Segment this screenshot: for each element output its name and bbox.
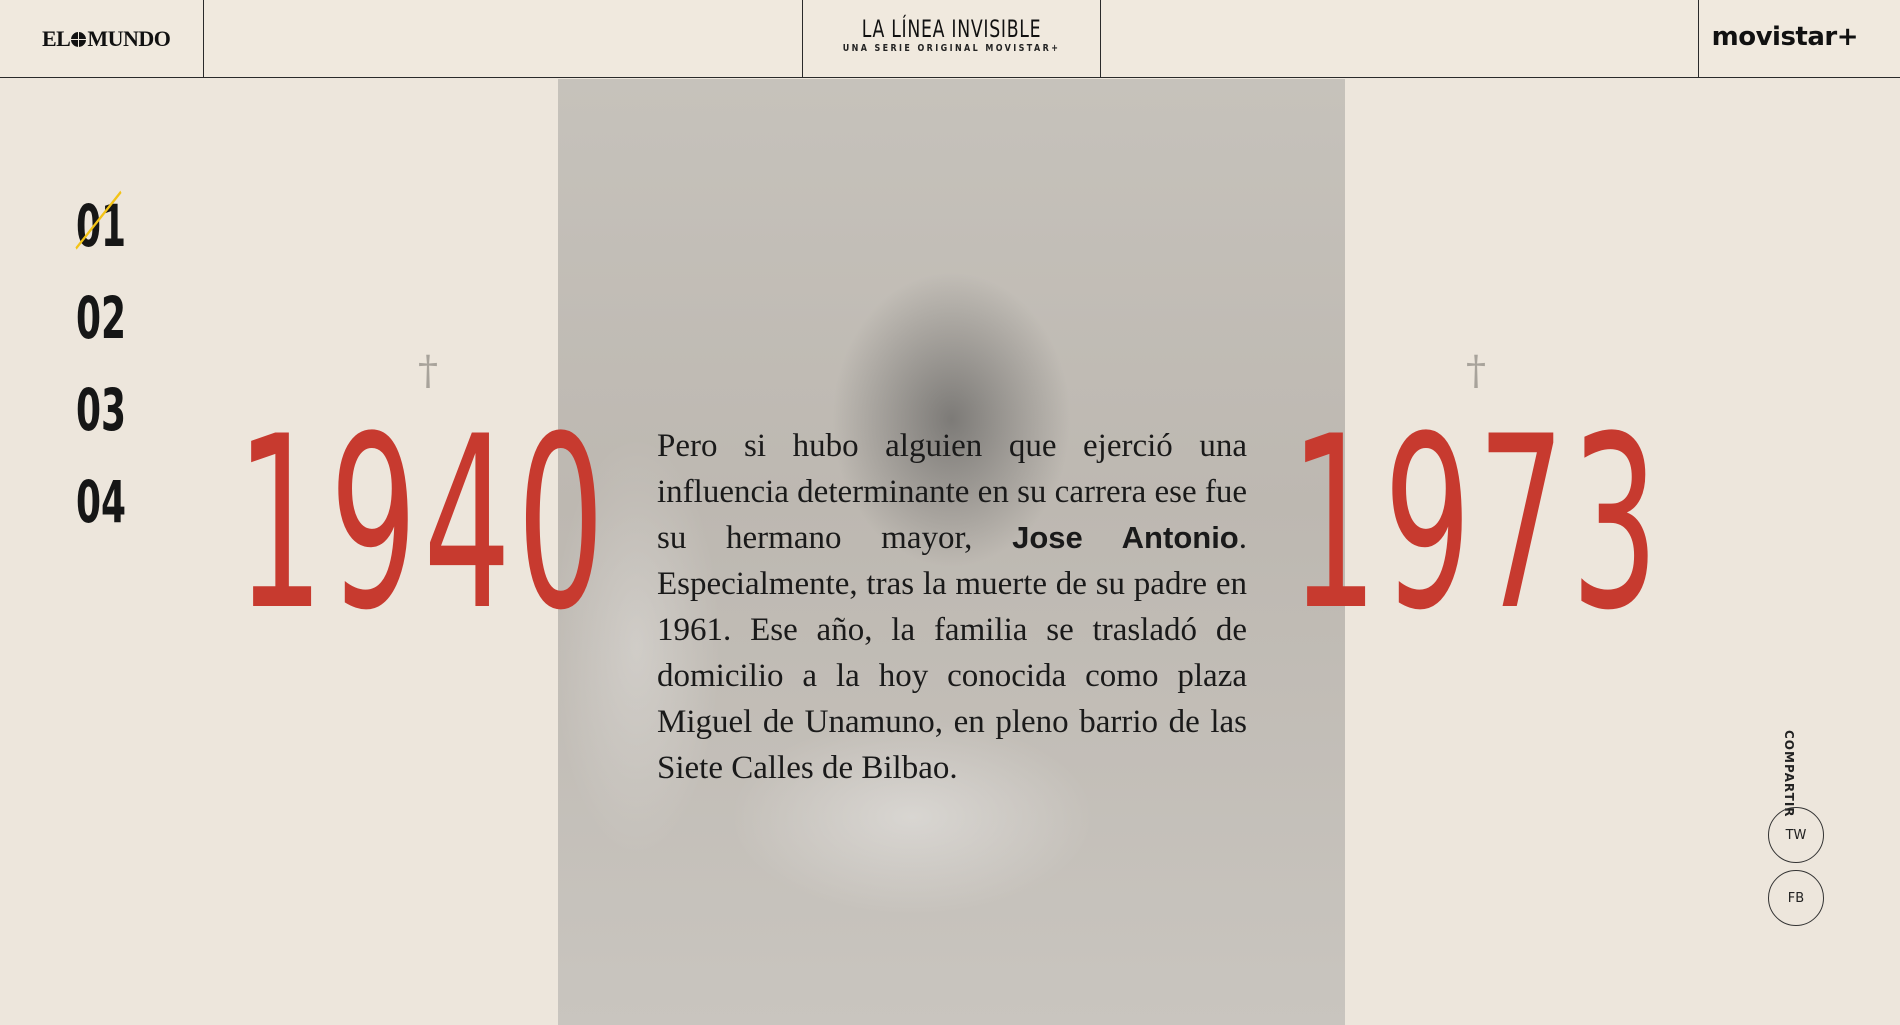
birth-year: 1940 [236,386,611,663]
elmundo-logo-part2: MUNDO [87,26,171,51]
chapter-02[interactable]: 02 [76,287,126,379]
twitter-share-button[interactable]: TW [1768,807,1824,863]
chapter-04[interactable]: 04 [76,471,126,563]
chapter-number: 02 [76,284,127,352]
story-highlight-name: Jose Antonio [1012,520,1239,555]
site-header: EL MUNDO LA LÍNEA INVISIBLE UNA SERIE ORI… [0,0,1900,78]
facebook-share-button[interactable]: FB [1768,870,1824,926]
series-subtitle: UNA SERIE ORIGINAL MOVISTAR+ [842,43,1061,54]
chapter-number: 01 [76,192,127,260]
story-paragraph: Pero si hubo alguien que ejerció una inf… [657,423,1247,791]
header-divider [1100,0,1101,78]
series-title: LA LÍNEA INVISIBLE [861,15,1042,43]
story-text-after: . Especialmente, tras la muerte de su pa… [657,520,1247,786]
header-divider [203,0,204,78]
chapter-number: 04 [76,468,127,536]
chapter-03[interactable]: 03 [76,379,126,471]
globe-icon [71,32,87,47]
chapter-nav: 01 02 03 04 [75,190,157,563]
share-label: COMPARTIR [1782,730,1796,818]
elmundo-logo[interactable]: EL MUNDO [42,26,171,52]
chapter-number: 03 [76,376,127,444]
movistar-logo[interactable]: movistar+ [1712,22,1859,52]
chapter-01[interactable]: 01 [75,190,127,287]
header-divider [1698,0,1699,78]
series-title-block[interactable]: LA LÍNEA INVISIBLE UNA SERIE ORIGINAL MO… [803,0,1100,78]
elmundo-logo-part1: EL [42,26,71,51]
death-year: 1973 [1290,386,1665,663]
